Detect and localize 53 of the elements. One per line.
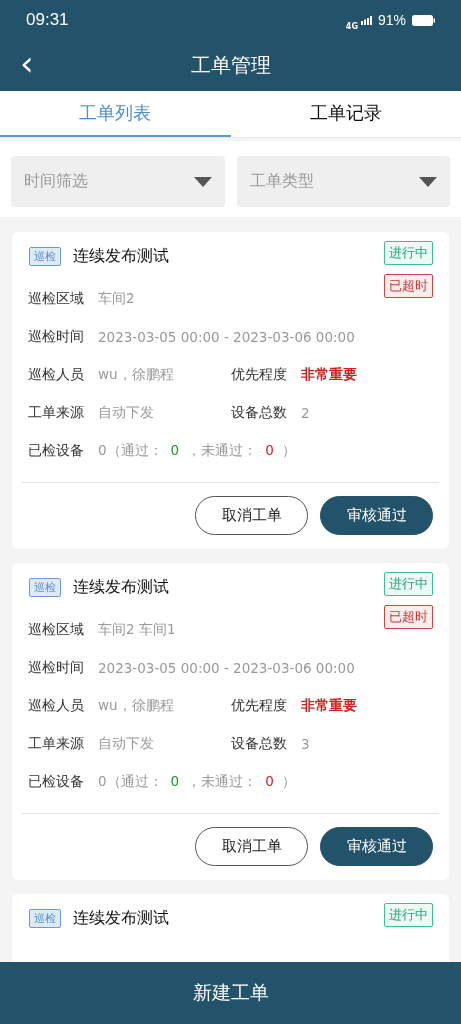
back-button[interactable]: ‹ bbox=[14, 46, 40, 80]
type-tag: 巡检 bbox=[29, 247, 61, 266]
field-label: 巡检区域 bbox=[28, 621, 84, 639]
status-badge: 已超时 bbox=[384, 274, 433, 298]
field-value: 车间2 bbox=[98, 290, 135, 308]
field-value: wu，徐鹏程 bbox=[98, 366, 174, 384]
field-label: 工单来源 bbox=[28, 404, 84, 422]
field-value: 0（通过： 0 ，未通过： 0 ） bbox=[98, 773, 296, 791]
status-badge: 已超时 bbox=[384, 605, 433, 629]
field-label: 巡检人员 bbox=[28, 697, 84, 715]
field-label: 已检设备 bbox=[28, 773, 84, 791]
field-value: 非常重要 bbox=[301, 366, 357, 384]
field-label: 已检设备 bbox=[28, 442, 84, 460]
field-value: wu，徐鹏程 bbox=[98, 697, 174, 715]
page-title: 工单管理 bbox=[190, 52, 271, 79]
order-title: 连续发布测试 bbox=[73, 908, 170, 929]
status-time: 09:31 bbox=[26, 10, 69, 30]
field-label: 巡检时间 bbox=[28, 328, 84, 346]
field-label: 巡检时间 bbox=[28, 659, 84, 677]
approve-button[interactable]: 审核通过 bbox=[320, 827, 433, 866]
field-label: 设备总数 bbox=[231, 735, 287, 753]
field-label: 设备总数 bbox=[231, 404, 287, 422]
field-label: 优先程度 bbox=[231, 366, 287, 384]
new-order-button[interactable]: 新建工单 bbox=[0, 962, 461, 1024]
field-value: 2023-03-05 00:00 - 2023-03-06 00:00 bbox=[98, 329, 355, 345]
order-title: 连续发布测试 bbox=[73, 246, 170, 267]
field-label: 巡检人员 bbox=[28, 366, 84, 384]
cancel-button[interactable]: 取消工单 bbox=[195, 827, 308, 866]
caret-icon bbox=[419, 176, 437, 187]
network-label: 4G bbox=[345, 21, 358, 31]
field-value: 2 bbox=[301, 405, 310, 421]
field-value: 2023-03-05 00:00 - 2023-03-06 00:00 bbox=[98, 660, 355, 676]
cancel-button[interactable]: 取消工单 bbox=[195, 496, 308, 535]
field-value: 0（通过： 0 ，未通过： 0 ） bbox=[98, 442, 296, 460]
approve-button[interactable]: 审核通过 bbox=[320, 496, 433, 535]
field-value: 非常重要 bbox=[301, 697, 357, 715]
field-value: 自动下发 bbox=[98, 735, 154, 753]
status-badge: 进行中 bbox=[384, 572, 433, 596]
caret-icon bbox=[193, 176, 212, 187]
field-value: 3 bbox=[301, 736, 310, 752]
type-tag: 巡检 bbox=[29, 578, 61, 597]
status-badge: 进行中 bbox=[384, 903, 433, 927]
status-badge: 进行中 bbox=[384, 241, 433, 265]
field-label: 巡检区域 bbox=[28, 290, 84, 308]
battery-icon bbox=[412, 14, 435, 26]
signal-icon bbox=[360, 15, 372, 25]
field-label: 工单来源 bbox=[28, 735, 84, 753]
order-title: 连续发布测试 bbox=[73, 577, 170, 598]
field-label: 优先程度 bbox=[231, 697, 287, 715]
battery-percent: 91% bbox=[377, 12, 406, 28]
type-tag: 巡检 bbox=[29, 909, 61, 928]
field-value: 车间2 车间1 bbox=[98, 621, 176, 639]
field-value: 自动下发 bbox=[98, 404, 154, 422]
